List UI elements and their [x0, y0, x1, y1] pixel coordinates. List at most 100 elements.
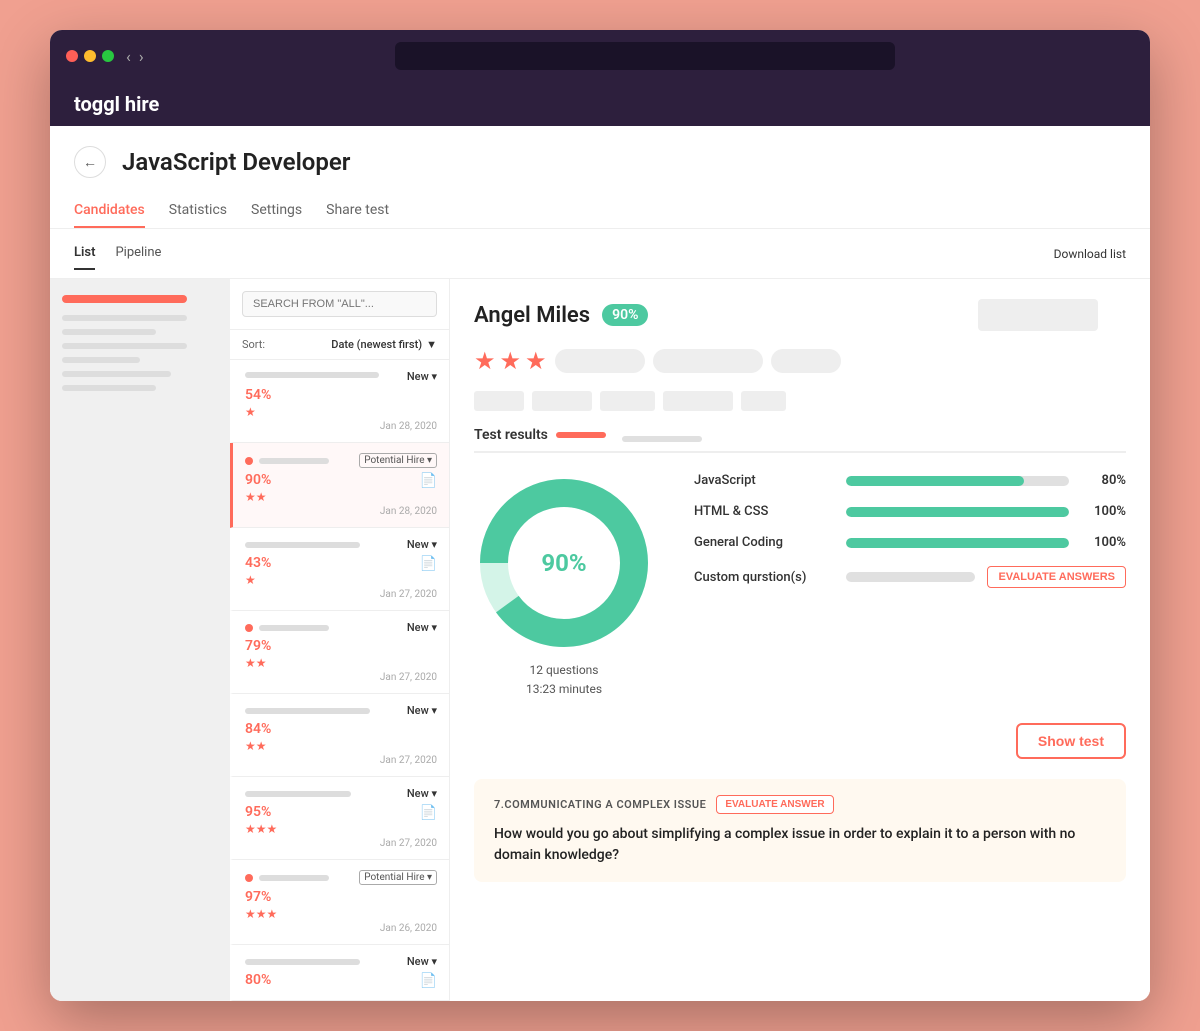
- list-item[interactable]: New ▾ 80% 📄: [230, 945, 449, 1001]
- candidate-score: 84%: [245, 721, 437, 737]
- skill-pct-html: 100%: [1081, 504, 1126, 519]
- question-label-row: 7.COMMUNICATING A COMPLEX ISSUE EVALUATE…: [494, 795, 1106, 814]
- page-content: ← JavaScript Developer Candidates Statis…: [50, 126, 1150, 1001]
- candidate-score: 97%: [245, 889, 437, 905]
- candidate-stars: ★★★: [245, 907, 437, 921]
- tab-test-results[interactable]: Test results: [474, 427, 606, 451]
- candidate-date: Jan 27, 2020: [245, 672, 437, 683]
- skill-name-js: JavaScript: [694, 473, 834, 488]
- candidate-stars: ★★: [245, 739, 437, 753]
- candidate-name-placeholder: [245, 791, 351, 797]
- search-input[interactable]: [242, 291, 437, 317]
- candidate-name-placeholder: [245, 372, 379, 378]
- action-button-1[interactable]: [978, 299, 1098, 331]
- browser-chrome: ‹ ›: [50, 30, 1150, 82]
- tag-placeholder-2: [653, 349, 763, 373]
- browser-window: ‹ › toggl hire ← JavaScript Developer Ca…: [50, 30, 1150, 1001]
- test-time: 13:23 minutes: [474, 680, 654, 699]
- sort-dropdown[interactable]: Date (newest first) ▼: [331, 338, 437, 351]
- logo-main-text: toggl: [74, 92, 120, 116]
- address-bar[interactable]: [395, 42, 895, 70]
- candidate-stars: ★: [245, 405, 437, 419]
- skill-pct-js: 80%: [1081, 473, 1126, 488]
- maximize-button[interactable]: [102, 50, 114, 62]
- candidate-score: 95%: [245, 804, 271, 820]
- test-results-section: 90% 12 questions 13:23 minutes JavaScrip…: [474, 473, 1126, 699]
- sub-tab-list[interactable]: List: [74, 237, 95, 270]
- tab-candidates[interactable]: Candidates: [74, 194, 145, 228]
- status-badge-new: New ▾: [407, 538, 437, 551]
- skill-pct-coding: 100%: [1081, 535, 1126, 550]
- tag-sm-4: [663, 391, 733, 411]
- candidate-stars: ★: [245, 573, 437, 587]
- back-nav-icon[interactable]: ‹: [126, 47, 131, 66]
- rating-section: ★ ★ ★: [474, 347, 1126, 375]
- list-item[interactable]: New ▾ 95% 📄 ★★★ Jan 27, 2020: [230, 777, 449, 860]
- candidate-stars: ★★: [245, 490, 437, 504]
- candidate-name-placeholder: [259, 875, 329, 881]
- skill-row-coding: General Coding 100%: [694, 535, 1126, 550]
- tab-share-test[interactable]: Share test: [326, 194, 389, 228]
- search-bar: [230, 279, 449, 330]
- candidates-list: Sort: Date (newest first) ▼ New ▾ 54%: [230, 279, 450, 1001]
- list-item[interactable]: New ▾ 79% ★★ Jan 27, 2020: [230, 611, 449, 694]
- forward-nav-icon[interactable]: ›: [139, 47, 144, 66]
- questions-count: 12 questions: [474, 661, 654, 680]
- sidebar-line-6: [62, 385, 156, 391]
- list-item[interactable]: Potential Hire ▾ 97% ★★★ Jan 26, 2020: [230, 860, 449, 945]
- candidate-date: Jan 26, 2020: [245, 923, 437, 934]
- show-test-button[interactable]: Show test: [1016, 723, 1126, 759]
- skill-bar-fill-js: [846, 476, 1024, 486]
- donut-section: 90% 12 questions 13:23 minutes: [474, 473, 654, 699]
- sidebar-highlight-bar: [62, 295, 187, 303]
- more-icon[interactable]: [1106, 299, 1126, 331]
- download-list-button[interactable]: Download list: [1054, 247, 1126, 261]
- tag-sm-1: [474, 391, 524, 411]
- main-body: Sort: Date (newest first) ▼ New ▾ 54%: [50, 279, 1150, 1001]
- chevron-down-icon: ▼: [426, 338, 437, 351]
- tab-active-indicator: [556, 432, 606, 438]
- back-button[interactable]: ←: [74, 146, 106, 178]
- test-results-label: Test results: [474, 427, 548, 443]
- list-item[interactable]: New ▾ 84% ★★ Jan 27, 2020: [230, 694, 449, 777]
- close-button[interactable]: [66, 50, 78, 62]
- star-1: ★: [474, 347, 496, 375]
- candidate-score: 54%: [245, 387, 437, 403]
- sidebar-line-4: [62, 357, 140, 363]
- list-item[interactable]: Potential Hire ▾ 90% 📄 ★★ Jan 28, 2020: [230, 443, 449, 528]
- skill-row-js: JavaScript 80%: [694, 473, 1126, 488]
- question-text: How would you go about simplifying a com…: [494, 824, 1106, 866]
- document-icon: 📄: [420, 805, 437, 821]
- tab-settings[interactable]: Settings: [251, 194, 302, 228]
- sub-tabs: List Pipeline: [74, 237, 161, 270]
- candidate-score: 43%: [245, 555, 271, 571]
- star-rating[interactable]: ★ ★ ★: [474, 347, 547, 375]
- tab-statistics[interactable]: Statistics: [169, 194, 227, 228]
- candidate-stars: ★★★: [245, 822, 437, 836]
- section-tabs: Test results: [474, 427, 1126, 453]
- sidebar-line-1: [62, 315, 187, 321]
- candidate-stars: ★★: [245, 656, 437, 670]
- star-3: ★: [525, 347, 547, 375]
- evaluate-answer-button[interactable]: EVALUATE ANSWER: [716, 795, 833, 814]
- evaluate-answers-button[interactable]: EVALUATE ANSWERS: [987, 566, 1126, 588]
- candidate-date: Jan 27, 2020: [245, 838, 437, 849]
- brand-logo: toggl hire: [74, 92, 1126, 116]
- skill-bar-container-coding: [846, 538, 1069, 548]
- sidebar: [50, 279, 230, 1001]
- tag-placeholder-1: [555, 349, 645, 373]
- minimize-button[interactable]: [84, 50, 96, 62]
- question-card: 7.COMMUNICATING A COMPLEX ISSUE EVALUATE…: [474, 779, 1126, 882]
- skill-row-custom: Custom qurstion(s) EVALUATE ANSWERS: [694, 566, 1126, 588]
- sort-value-text: Date (newest first): [331, 338, 422, 351]
- list-item[interactable]: New ▾ 43% 📄 ★ Jan 27, 2020: [230, 528, 449, 611]
- status-badge-new: New ▾: [407, 621, 437, 634]
- candidate-name-placeholder: [245, 542, 360, 548]
- tag-sm-2: [532, 391, 592, 411]
- candidate-name: Angel Miles: [474, 303, 590, 328]
- dot-indicator: [245, 457, 253, 465]
- list-item[interactable]: New ▾ 54% ★ Jan 28, 2020: [230, 360, 449, 443]
- sub-tab-pipeline[interactable]: Pipeline: [115, 237, 161, 270]
- candidate-name-section: Angel Miles 90%: [474, 303, 648, 328]
- status-badge-new: New ▾: [407, 370, 437, 383]
